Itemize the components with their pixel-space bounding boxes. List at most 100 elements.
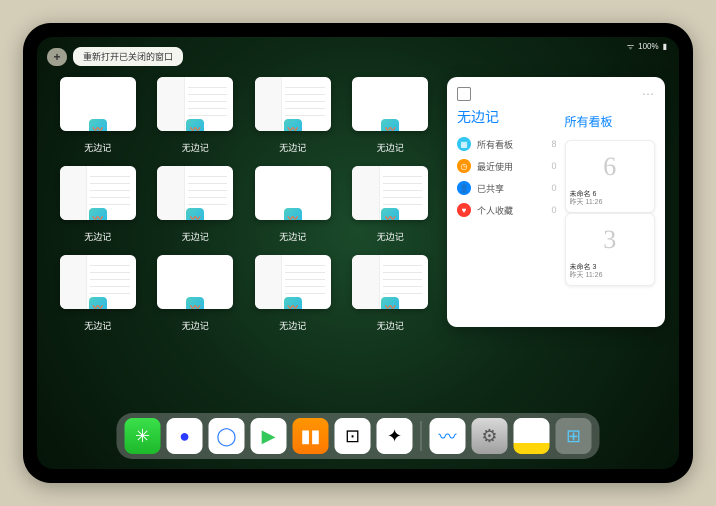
category-label: 最近使用 <box>477 160 513 173</box>
more-options-icon[interactable]: ⋯ <box>642 87 655 101</box>
freeform-app-icon <box>381 119 399 131</box>
thumbnail-preview <box>255 255 331 309</box>
category-label: 已共享 <box>477 182 504 195</box>
window-thumbnail[interactable]: 无边记 <box>246 166 340 243</box>
new-window-button[interactable]: + <box>47 48 67 66</box>
battery-icon: ▮ <box>663 42 667 51</box>
category-grid[interactable]: ▦ 所有看板 8 <box>457 137 557 151</box>
dock-dice-icon[interactable]: ⊡ <box>335 418 371 454</box>
board-card[interactable]: 6未命名 6昨天 11:26 <box>565 140 655 213</box>
panel-right-title: 所有看板 <box>565 113 655 130</box>
freeform-app-icon <box>284 119 302 131</box>
app-side-panel: 无边记 ▦ 所有看板 8 ◷ 最近使用 0 👤 已共享 0 ♥ 个人收藏 0 ⋯ 所有看板 6未命名 … <box>447 77 665 327</box>
thumbnail-preview <box>352 166 428 220</box>
screen: ᯤ 100% ▮ + 重新打开已关闭的窗口 无边记无边记无边记无边记无边记无边记… <box>37 37 679 469</box>
thumbnail-label: 无边记 <box>377 319 404 332</box>
window-thumbnail[interactable]: 无边记 <box>344 255 438 332</box>
window-thumbnail[interactable]: 无边记 <box>344 77 438 154</box>
window-thumbnail[interactable]: 无边记 <box>246 255 340 332</box>
thumbnail-preview <box>255 166 331 220</box>
content-area: 无边记无边记无边记无边记无边记无边记无边记无边记无边记无边记无边记无边记 无边记… <box>51 77 665 409</box>
category-count: 0 <box>552 183 557 193</box>
sidebar-toggle-icon[interactable] <box>457 87 471 101</box>
window-thumbnail[interactable]: 无边记 <box>51 77 145 154</box>
panel-sidebar: 无边记 ▦ 所有看板 8 ◷ 最近使用 0 👤 已共享 0 ♥ 个人收藏 0 <box>457 87 557 317</box>
freeform-app-icon <box>89 208 107 220</box>
thumbnail-label: 无边记 <box>279 319 306 332</box>
thumbnail-preview <box>60 77 136 131</box>
dock-notes-icon[interactable] <box>514 418 550 454</box>
dock-settings-icon[interactable]: ⚙ <box>472 418 508 454</box>
thumbnail-label: 无边记 <box>279 141 306 154</box>
thumbnail-preview <box>255 77 331 131</box>
freeform-app-icon <box>186 297 204 309</box>
thumbnail-preview <box>157 77 233 131</box>
category-heart[interactable]: ♥ 个人收藏 0 <box>457 203 557 217</box>
panel-content: ⋯ 所有看板 6未命名 6昨天 11:26 3 未命名 3昨天 11:26 <box>565 87 655 317</box>
thumbnail-preview <box>157 255 233 309</box>
category-label: 所有看板 <box>477 138 513 151</box>
freeform-app-icon <box>89 297 107 309</box>
thumbnail-label: 无边记 <box>279 230 306 243</box>
reopen-closed-window-button[interactable]: 重新打开已关闭的窗口 <box>73 47 183 66</box>
board-meta: 未命名 3昨天 11:26 <box>570 264 650 281</box>
freeform-app-icon <box>186 208 204 220</box>
dock-nodes-icon[interactable]: ✦ <box>377 418 413 454</box>
dock-browser1-icon[interactable]: ● <box>167 418 203 454</box>
top-controls: + 重新打开已关闭的窗口 <box>47 47 183 66</box>
freeform-app-icon <box>89 119 107 131</box>
thumbnail-label: 无边记 <box>84 319 111 332</box>
category-count: 8 <box>552 139 557 149</box>
dock-play-icon[interactable]: ▶ <box>251 418 287 454</box>
dock-wechat-icon[interactable]: ✳ <box>125 418 161 454</box>
dock: ✳●◯▶▮▮⊡✦ 〰⚙ ⊞ <box>117 413 600 459</box>
ipad-device-frame: ᯤ 100% ▮ + 重新打开已关闭的窗口 无边记无边记无边记无边记无边记无边记… <box>23 23 693 483</box>
thumbnail-label: 无边记 <box>377 230 404 243</box>
freeform-app-icon <box>381 297 399 309</box>
window-thumbnail[interactable]: 无边记 <box>246 77 340 154</box>
board-card[interactable]: 3 未命名 3昨天 11:26 <box>565 213 655 286</box>
thumbnail-preview <box>352 255 428 309</box>
freeform-app-icon <box>284 208 302 220</box>
grid-icon: ▦ <box>457 137 471 151</box>
freeform-app-icon <box>186 119 204 131</box>
battery-percent: 100% <box>638 42 658 51</box>
freeform-app-icon <box>381 208 399 220</box>
clock-icon: ◷ <box>457 159 471 173</box>
thumbnail-preview <box>157 166 233 220</box>
thumbnail-preview <box>352 77 428 131</box>
board-meta: 未命名 6昨天 11:26 <box>570 191 650 208</box>
category-person[interactable]: 👤 已共享 0 <box>457 181 557 195</box>
category-count: 0 <box>552 205 557 215</box>
window-thumbnail[interactable]: 无边记 <box>149 166 243 243</box>
window-thumbnail[interactable]: 无边记 <box>344 166 438 243</box>
board-preview: 3 <box>570 218 650 262</box>
person-icon: 👤 <box>457 181 471 195</box>
thumbnail-label: 无边记 <box>84 141 111 154</box>
window-thumbnail[interactable]: 无边记 <box>51 166 145 243</box>
heart-icon: ♥ <box>457 203 471 217</box>
dock-browser2-icon[interactable]: ◯ <box>209 418 245 454</box>
status-bar: ᯤ 100% ▮ <box>627 41 667 52</box>
panel-title: 无边记 <box>457 107 557 127</box>
thumbnail-preview <box>60 166 136 220</box>
category-label: 个人收藏 <box>477 204 513 217</box>
thumbnail-label: 无边记 <box>182 319 209 332</box>
freeform-app-icon <box>284 297 302 309</box>
category-count: 0 <box>552 161 557 171</box>
window-thumbnail[interactable]: 无边记 <box>51 255 145 332</box>
window-thumbnail[interactable]: 无边记 <box>149 77 243 154</box>
dock-separator <box>421 421 422 451</box>
thumbnail-label: 无边记 <box>182 230 209 243</box>
wifi-icon: ᯤ <box>627 41 634 52</box>
thumbnail-label: 无边记 <box>84 230 111 243</box>
dock-books-icon[interactable]: ▮▮ <box>293 418 329 454</box>
thumbnail-label: 无边记 <box>182 141 209 154</box>
thumbnail-preview <box>60 255 136 309</box>
dock-freeform-icon[interactable]: 〰 <box>430 418 466 454</box>
category-clock[interactable]: ◷ 最近使用 0 <box>457 159 557 173</box>
thumbnail-label: 无边记 <box>377 141 404 154</box>
dock-app-library-icon[interactable]: ⊞ <box>556 418 592 454</box>
window-thumbnail[interactable]: 无边记 <box>149 255 243 332</box>
window-grid: 无边记无边记无边记无边记无边记无边记无边记无边记无边记无边记无边记无边记 <box>51 77 447 409</box>
